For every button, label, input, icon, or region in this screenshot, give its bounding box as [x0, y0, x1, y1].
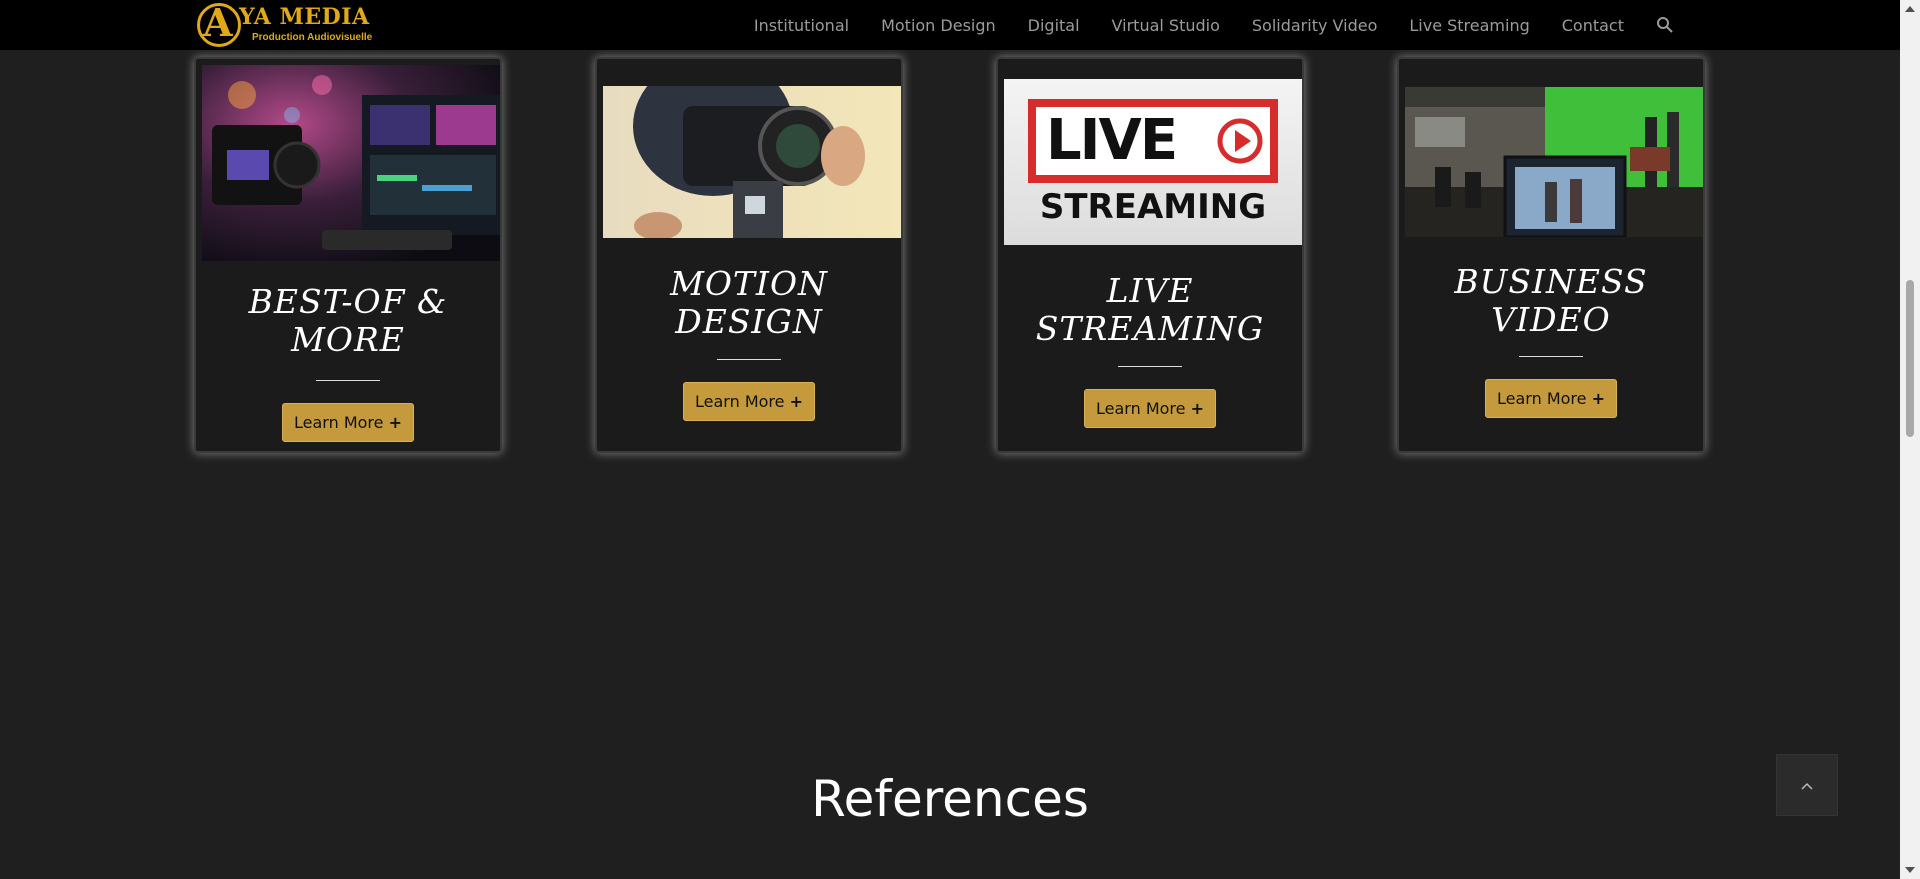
search-icon[interactable] — [1656, 16, 1674, 34]
learn-more-button[interactable]: Learn More + — [683, 382, 815, 421]
scroll-up-arrow-icon[interactable] — [1905, 6, 1915, 12]
nav-institutional[interactable]: Institutional — [754, 16, 849, 35]
card-divider — [1519, 356, 1583, 357]
card-divider — [1118, 366, 1182, 367]
logo-subtitle: Production Audiovisuelle — [252, 32, 373, 43]
card-divider — [717, 359, 781, 360]
live-sign-frame: LIVE — [1028, 99, 1278, 183]
chevron-up-icon — [1801, 777, 1813, 794]
scroll-to-top-button[interactable] — [1776, 754, 1838, 816]
logo-letter: A — [203, 0, 233, 45]
learn-more-button[interactable]: Learn More + — [1485, 379, 1617, 418]
card-title: MOTION DESIGN — [670, 264, 828, 341]
play-icon — [1216, 117, 1264, 165]
card-title: LIVE STREAMING — [1035, 271, 1265, 348]
logo-name: YA MEDIA — [239, 4, 370, 30]
live-sign-text: LIVE — [1046, 108, 1178, 173]
main-nav: Institutional Motion Design Digital Virt… — [722, 0, 1674, 50]
references-heading: References — [811, 770, 1089, 828]
nav-virtual-studio[interactable]: Virtual Studio — [1112, 16, 1220, 35]
service-card-business-video: BUSINESS VIDEO Learn More + — [1397, 57, 1705, 453]
learn-more-button[interactable]: Learn More + — [1084, 389, 1216, 428]
card-image-live-streaming: LIVE STREAMING — [1004, 79, 1302, 245]
nav-motion-design[interactable]: Motion Design — [881, 16, 996, 35]
nav-live-streaming[interactable]: Live Streaming — [1409, 16, 1529, 35]
card-image-camera-editing — [202, 65, 500, 261]
nav-digital[interactable]: Digital — [1028, 16, 1080, 35]
scroll-down-arrow-icon[interactable] — [1905, 867, 1915, 873]
nav-solidarity-video[interactable]: Solidarity Video — [1252, 16, 1377, 35]
site-logo[interactable]: A YA MEDIA Production Audiovisuelle — [195, 0, 380, 50]
learn-more-button[interactable]: Learn More + — [282, 403, 414, 442]
scrollbar-thumb[interactable] — [1906, 280, 1914, 437]
service-card-best-of: BEST-OF & MORE Learn More + — [194, 57, 502, 453]
vertical-scrollbar[interactable] — [1900, 0, 1920, 879]
service-card-motion-design: MOTION DESIGN Learn More + — [595, 57, 903, 453]
nav-contact[interactable]: Contact — [1562, 16, 1624, 35]
card-title: BUSINESS VIDEO — [1454, 262, 1648, 339]
streaming-sign-text: STREAMING — [1039, 187, 1267, 227]
card-image-green-screen-studio — [1405, 87, 1703, 237]
site-header: A YA MEDIA Production Audiovisuelle Inst… — [0, 0, 1900, 50]
card-divider — [316, 380, 380, 381]
card-title: BEST-OF & MORE — [248, 282, 448, 359]
card-image-camera-operator — [603, 86, 901, 238]
service-card-live-streaming: LIVE STREAMING LIVE STREAMING Learn More … — [996, 57, 1304, 453]
